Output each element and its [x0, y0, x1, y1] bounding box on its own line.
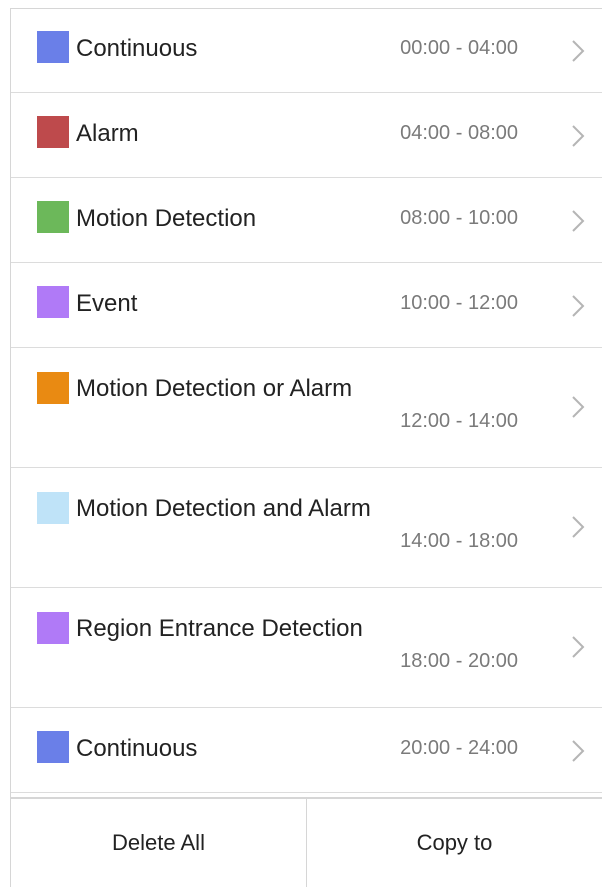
- schedule-panel: Continuous 00:00 - 04:00 Alarm 04:00 - 0…: [10, 8, 602, 887]
- schedule-item-region-entrance[interactable]: Region Entrance Detection 18:00 - 20:00: [11, 588, 602, 708]
- schedule-item-event[interactable]: Event 10:00 - 12:00: [11, 263, 602, 348]
- color-swatch: [37, 731, 69, 763]
- schedule-item-time: 18:00 - 20:00: [400, 650, 518, 672]
- schedule-list: Continuous 00:00 - 04:00 Alarm 04:00 - 0…: [11, 9, 602, 793]
- color-swatch: [37, 612, 69, 644]
- chevron-right-icon: [568, 38, 588, 64]
- schedule-item-time: 14:00 - 18:00: [400, 530, 518, 552]
- schedule-item-motion-detection[interactable]: Motion Detection 08:00 - 10:00: [11, 178, 602, 263]
- schedule-item-continuous-2[interactable]: Continuous 20:00 - 24:00: [11, 708, 602, 793]
- schedule-item-alarm[interactable]: Alarm 04:00 - 08:00: [11, 93, 602, 178]
- chevron-right-icon: [568, 123, 588, 149]
- color-swatch: [37, 286, 69, 318]
- schedule-item-time: 00:00 - 04:00: [400, 37, 518, 59]
- schedule-item-time: 20:00 - 24:00: [400, 737, 518, 759]
- chevron-right-icon: [568, 634, 588, 660]
- schedule-item-motion-and-alarm[interactable]: Motion Detection and Alarm 14:00 - 18:00: [11, 468, 602, 588]
- schedule-item-time: 04:00 - 08:00: [400, 122, 518, 144]
- schedule-item-time: 12:00 - 14:00: [400, 410, 518, 432]
- chevron-right-icon: [568, 738, 588, 764]
- schedule-item-motion-or-alarm[interactable]: Motion Detection or Alarm 12:00 - 14:00: [11, 348, 602, 468]
- schedule-item-time: 10:00 - 12:00: [400, 292, 518, 314]
- chevron-right-icon: [568, 514, 588, 540]
- chevron-right-icon: [568, 293, 588, 319]
- schedule-item-label: Continuous: [76, 735, 198, 762]
- schedule-item-time: 08:00 - 10:00: [400, 207, 518, 229]
- schedule-item-label: Motion Detection or Alarm: [76, 375, 353, 402]
- delete-all-button[interactable]: Delete All: [11, 799, 307, 887]
- chevron-right-icon: [568, 208, 588, 234]
- color-swatch: [37, 31, 69, 63]
- copy-to-button[interactable]: Copy to: [307, 799, 602, 887]
- schedule-item-continuous[interactable]: Continuous 00:00 - 04:00: [11, 9, 602, 93]
- schedule-item-label: Alarm: [76, 120, 139, 147]
- schedule-item-label: Continuous: [76, 35, 198, 62]
- schedule-item-label: Motion Detection and Alarm: [76, 495, 371, 522]
- color-swatch: [37, 372, 69, 404]
- color-swatch: [37, 116, 69, 148]
- color-swatch: [37, 201, 69, 233]
- schedule-item-label: Event: [76, 290, 138, 317]
- chevron-right-icon: [568, 394, 588, 420]
- schedule-item-label: Motion Detection: [76, 205, 257, 232]
- schedule-item-label: Region Entrance Detection: [76, 615, 363, 642]
- color-swatch: [37, 492, 69, 524]
- action-footer: Delete All Copy to: [11, 797, 602, 887]
